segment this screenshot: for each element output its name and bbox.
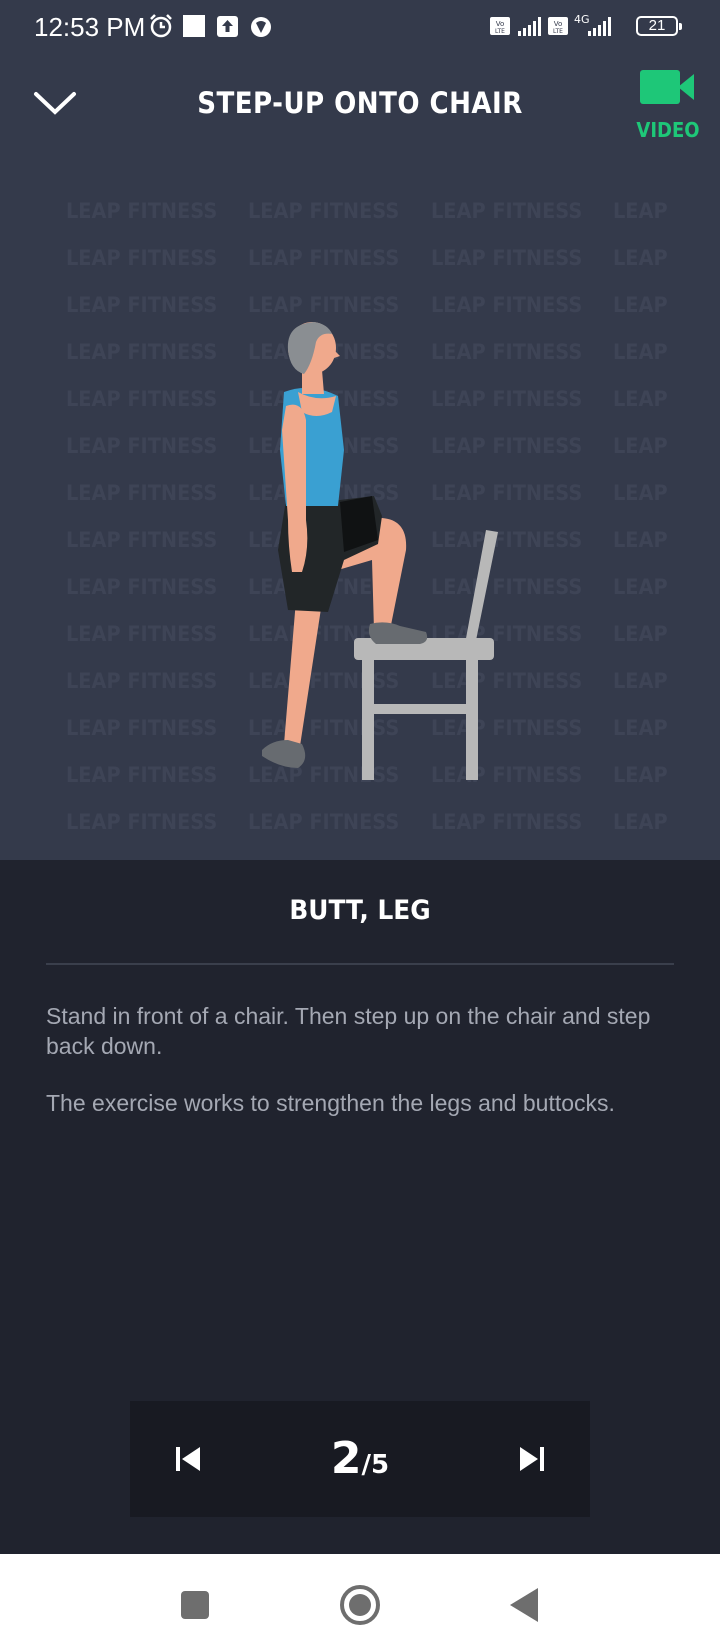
battery-icon: 21 bbox=[636, 16, 682, 36]
svg-text:LTE: LTE bbox=[495, 28, 505, 35]
svg-text:Vo: Vo bbox=[554, 20, 563, 28]
svg-text:LTE: LTE bbox=[553, 28, 563, 35]
signal-icons: Vo LTE Vo LTE 4G bbox=[490, 13, 611, 36]
next-exercise-button[interactable] bbox=[510, 1437, 550, 1481]
status-bar: 12:53 PM Vo LTE Vo LTE 4G 21 bbox=[0, 0, 720, 56]
exercise-title: STEP-UP ONTO CHAIR bbox=[197, 86, 523, 120]
exercise-pager: 2/5 bbox=[130, 1401, 590, 1517]
skip-previous-icon bbox=[176, 1447, 200, 1471]
divider bbox=[46, 963, 674, 965]
current-index: 2 bbox=[330, 1433, 362, 1484]
skip-next-icon bbox=[520, 1447, 544, 1471]
video-camera-icon bbox=[640, 70, 694, 104]
video-button[interactable]: VIDEO bbox=[626, 68, 710, 148]
svg-text:Vo: Vo bbox=[496, 20, 505, 28]
total-count: /5 bbox=[361, 1450, 390, 1480]
exercise-counter: 2/5 bbox=[260, 1433, 460, 1484]
notification-square-icon bbox=[183, 15, 205, 37]
square-icon bbox=[181, 1591, 209, 1619]
target-muscles: BUTT, LEG bbox=[289, 895, 431, 926]
video-label: VIDEO bbox=[636, 118, 700, 142]
app-notification-icon bbox=[251, 17, 271, 37]
system-back-button[interactable] bbox=[500, 1580, 550, 1630]
chevron-down-icon bbox=[34, 92, 76, 115]
circle-icon bbox=[340, 1585, 380, 1625]
status-time: 12:53 PM bbox=[34, 12, 146, 42]
alarm-icon bbox=[150, 14, 172, 38]
exercise-description: Stand in front of a chair. Then step up … bbox=[46, 1003, 651, 1059]
exercise-illustration bbox=[262, 322, 498, 780]
triangle-back-icon bbox=[510, 1588, 538, 1622]
network-type: 4G bbox=[574, 13, 590, 26]
system-navigation-bar bbox=[0, 1554, 720, 1650]
home-button[interactable] bbox=[335, 1580, 385, 1630]
person-figure bbox=[262, 322, 428, 768]
previous-exercise-button[interactable] bbox=[170, 1437, 210, 1481]
upload-icon bbox=[217, 16, 238, 37]
recents-button[interactable] bbox=[170, 1580, 220, 1630]
collapse-button[interactable] bbox=[30, 84, 80, 124]
exercise-benefit: The exercise works to strengthen the leg… bbox=[46, 1090, 615, 1116]
